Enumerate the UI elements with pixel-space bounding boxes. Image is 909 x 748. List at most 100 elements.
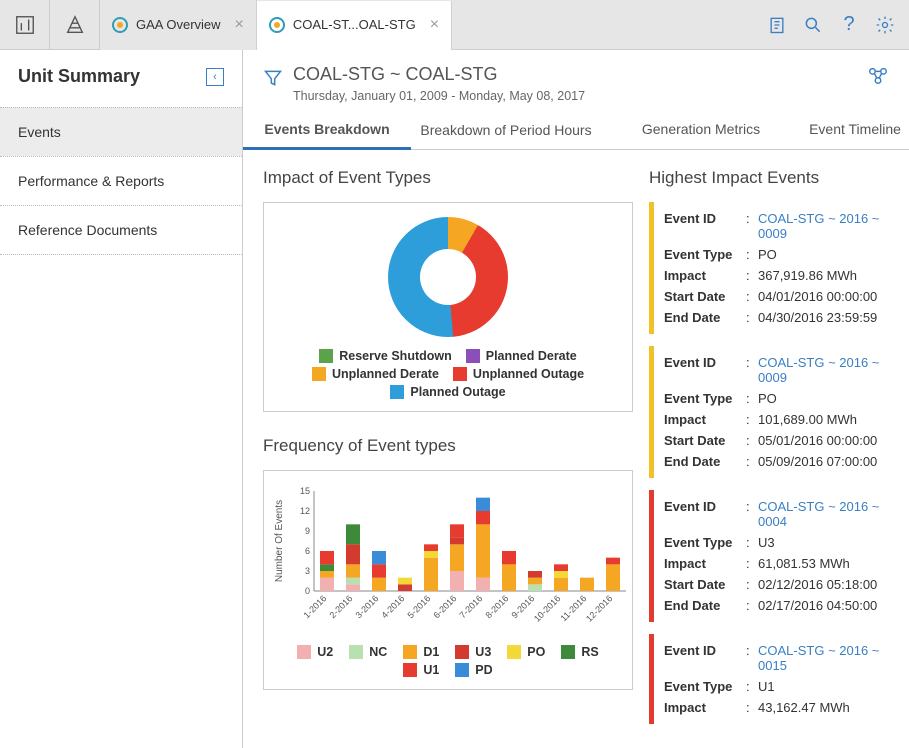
tab-label: COAL-ST...OAL-STG bbox=[293, 17, 416, 32]
svg-text:12: 12 bbox=[300, 506, 310, 516]
filter-icon[interactable] bbox=[263, 68, 283, 91]
sidebar-item-label: Events bbox=[18, 124, 61, 140]
event-card: Event ID:COAL-STG ~ 2016 ~ 0009Event Typ… bbox=[649, 346, 897, 478]
module-icon bbox=[112, 17, 128, 33]
field-label: Event ID bbox=[664, 643, 746, 673]
field-value: U1 bbox=[758, 679, 897, 694]
legend-item: U1 bbox=[403, 663, 439, 677]
sidebar-item-events[interactable]: Events bbox=[0, 107, 242, 156]
field-value[interactable]: COAL-STG ~ 2016 ~ 0015 bbox=[758, 643, 897, 673]
svg-text:7-2016: 7-2016 bbox=[458, 594, 485, 621]
field-label: Start Date bbox=[664, 433, 746, 448]
charts-column: Impact of Event Types Reserve ShutdownPl… bbox=[243, 150, 643, 748]
svg-text:0: 0 bbox=[305, 586, 310, 596]
nav-hierarchy-icon[interactable] bbox=[50, 0, 100, 50]
legend-item: Reserve Shutdown bbox=[319, 349, 452, 363]
legend-item: U2 bbox=[297, 645, 333, 659]
field-label: Impact bbox=[664, 412, 746, 427]
svg-text:Number Of Events: Number Of Events bbox=[274, 500, 285, 582]
legend-item: Unplanned Outage bbox=[453, 367, 584, 381]
field-value: PO bbox=[758, 247, 897, 262]
tab-events-breakdown[interactable]: Events Breakdown bbox=[243, 111, 411, 150]
svg-text:6-2016: 6-2016 bbox=[432, 594, 459, 621]
field-label: Event Type bbox=[664, 679, 746, 694]
gear-icon[interactable] bbox=[869, 9, 901, 41]
field-value: 43,162.47 MWh bbox=[758, 700, 897, 715]
field-label: Impact bbox=[664, 268, 746, 283]
close-icon[interactable]: × bbox=[430, 16, 439, 34]
field-label: Impact bbox=[664, 556, 746, 571]
sidebar-title: Unit Summary bbox=[18, 66, 140, 87]
svg-text:3-2016: 3-2016 bbox=[354, 594, 381, 621]
tab-label: GAA Overview bbox=[136, 17, 221, 32]
field-value: 02/17/2016 04:50:00 bbox=[758, 598, 897, 613]
svg-text:5-2016: 5-2016 bbox=[406, 594, 433, 621]
legend-item: Unplanned Derate bbox=[312, 367, 439, 381]
legend-item: PO bbox=[507, 645, 545, 659]
sidebar-item-reference-documents[interactable]: Reference Documents bbox=[0, 205, 242, 255]
field-label: Event ID bbox=[664, 211, 746, 241]
svg-text:11-2016: 11-2016 bbox=[558, 594, 588, 624]
svg-text:15: 15 bbox=[300, 486, 310, 496]
collapse-sidebar-button[interactable]: ‹ bbox=[206, 68, 224, 86]
legend-item: RS bbox=[561, 645, 598, 659]
topbar-actions: ? bbox=[761, 9, 909, 41]
field-value: PO bbox=[758, 391, 897, 406]
events-list: Event ID:COAL-STG ~ 2016 ~ 0009Event Typ… bbox=[649, 202, 897, 724]
top-bar: GAA Overview × COAL-ST...OAL-STG × ? bbox=[0, 0, 909, 50]
field-value: 367,919.86 MWh bbox=[758, 268, 897, 283]
field-value[interactable]: COAL-STG ~ 2016 ~ 0009 bbox=[758, 355, 897, 385]
sidebar: Unit Summary ‹ Events Performance & Repo… bbox=[0, 50, 243, 748]
high-impact-title: Highest Impact Events bbox=[649, 168, 897, 188]
high-impact-column: Highest Impact Events Event ID:COAL-STG … bbox=[643, 150, 909, 748]
field-label: Event ID bbox=[664, 499, 746, 529]
legend-item: PD bbox=[455, 663, 492, 677]
field-value: 61,081.53 MWh bbox=[758, 556, 897, 571]
legend-item: U3 bbox=[455, 645, 491, 659]
field-value: 101,689.00 MWh bbox=[758, 412, 897, 427]
tab-gaa-overview[interactable]: GAA Overview × bbox=[100, 0, 257, 50]
field-label: Start Date bbox=[664, 577, 746, 592]
bar-chart-svg: Number Of Events036912151-20162-20163-20… bbox=[272, 485, 632, 635]
event-card: Event ID:COAL-STG ~ 2016 ~ 0009Event Typ… bbox=[649, 202, 897, 334]
module-icon bbox=[269, 17, 285, 33]
field-value: 05/01/2016 00:00:00 bbox=[758, 433, 897, 448]
tab-event-timeline[interactable]: Event Timeline bbox=[801, 111, 909, 149]
field-label: Start Date bbox=[664, 289, 746, 304]
tab-breakdown-period-hours[interactable]: Breakdown of Period Hours bbox=[411, 111, 601, 149]
svg-text:2-2016: 2-2016 bbox=[328, 594, 355, 621]
donut-legend: Reserve ShutdownPlanned DerateUnplanned … bbox=[272, 349, 624, 399]
tab-coal-stg[interactable]: COAL-ST...OAL-STG × bbox=[257, 1, 452, 51]
legend-item: NC bbox=[349, 645, 387, 659]
donut-chart bbox=[388, 217, 508, 337]
relations-icon[interactable] bbox=[867, 64, 889, 89]
legend-item: Planned Outage bbox=[390, 385, 505, 399]
event-card: Event ID:COAL-STG ~ 2016 ~ 0004Event Typ… bbox=[649, 490, 897, 622]
field-label: Event Type bbox=[664, 247, 746, 262]
page-subtitle: Thursday, January 01, 2009 - Monday, May… bbox=[293, 89, 585, 103]
impact-section-title: Impact of Event Types bbox=[263, 168, 633, 188]
search-icon[interactable] bbox=[797, 9, 829, 41]
svg-text:8-2016: 8-2016 bbox=[484, 594, 511, 621]
clipboard-icon[interactable] bbox=[761, 9, 793, 41]
field-label: Event ID bbox=[664, 355, 746, 385]
help-icon[interactable]: ? bbox=[833, 9, 865, 41]
page-title: COAL-STG ~ COAL-STG bbox=[293, 64, 585, 85]
impact-donut-chart: Reserve ShutdownPlanned DerateUnplanned … bbox=[263, 202, 633, 412]
sidebar-item-performance-reports[interactable]: Performance & Reports bbox=[0, 156, 242, 205]
legend-item: D1 bbox=[403, 645, 439, 659]
svg-text:10-2016: 10-2016 bbox=[532, 594, 562, 624]
frequency-bar-chart: Number Of Events036912151-20162-20163-20… bbox=[263, 470, 633, 690]
field-value: 04/30/2016 23:59:59 bbox=[758, 310, 897, 325]
svg-text:6: 6 bbox=[305, 546, 310, 556]
svg-text:1-2016: 1-2016 bbox=[302, 594, 329, 621]
close-icon[interactable]: × bbox=[235, 16, 244, 34]
field-value: 04/01/2016 00:00:00 bbox=[758, 289, 897, 304]
field-value[interactable]: COAL-STG ~ 2016 ~ 0009 bbox=[758, 211, 897, 241]
field-value[interactable]: COAL-STG ~ 2016 ~ 0004 bbox=[758, 499, 897, 529]
nav-dashboard-icon[interactable] bbox=[0, 0, 50, 50]
tab-generation-metrics[interactable]: Generation Metrics bbox=[601, 111, 801, 149]
page-header: COAL-STG ~ COAL-STG Thursday, January 01… bbox=[243, 50, 909, 107]
field-label: Impact bbox=[664, 700, 746, 715]
content-tabs: Events Breakdown Breakdown of Period Hou… bbox=[243, 111, 909, 150]
